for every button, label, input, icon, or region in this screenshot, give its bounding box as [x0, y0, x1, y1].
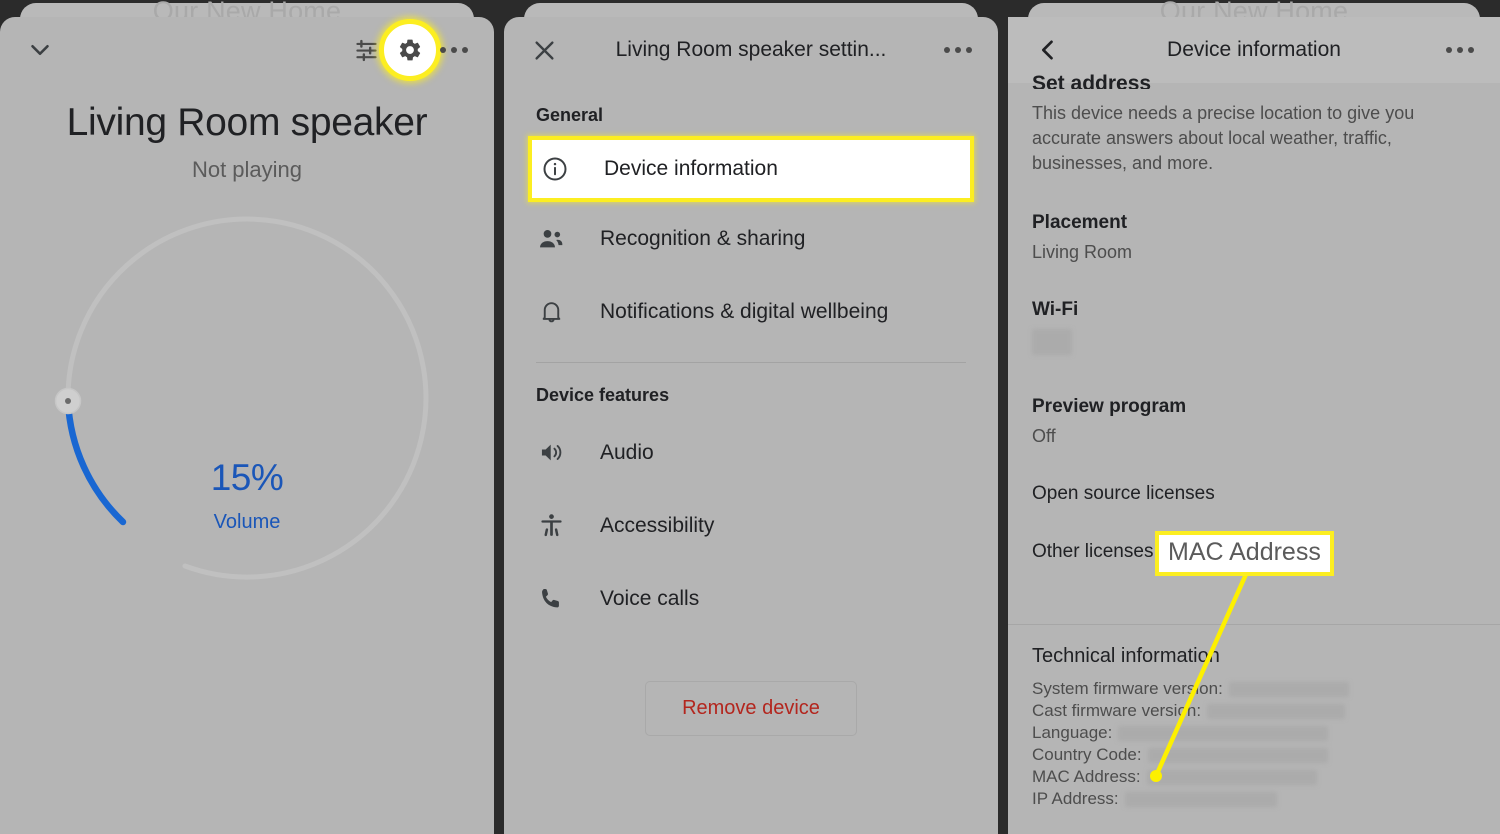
media-device-sheet: Living Room speaker Not playing 15% Volu…: [0, 17, 494, 834]
menu-item-label: Accessibility: [600, 513, 715, 537]
field-value-redacted: [1032, 329, 1476, 360]
field-value: Off: [1032, 426, 1056, 446]
tech-key: Cast firmware version:: [1032, 701, 1202, 720]
field-key: Placement: [1032, 212, 1128, 233]
field-preview-program[interactable]: Preview program Off: [1032, 396, 1476, 447]
panel-media-device: Our New Home Living Room speaker Not pla…: [0, 0, 494, 834]
tech-key: System firmware version:: [1032, 679, 1223, 698]
tech-key: MAC Address:: [1032, 767, 1141, 786]
device-information-content: Set address This device needs a precise …: [1008, 72, 1500, 563]
redacted-block: [1118, 725, 1329, 741]
tech-key: Country Code:: [1032, 745, 1142, 764]
tech-row: Cast firmware version:: [1032, 700, 1476, 722]
menu-item-notifications-wellbeing[interactable]: Notifications & digital wellbeing: [504, 275, 998, 348]
scrolled-section-title: Set address: [1032, 72, 1152, 89]
panel2-title: Living Room speaker settin...: [615, 38, 887, 61]
redacted-block: [1228, 681, 1349, 697]
menu-item-device-information[interactable]: Device information: [528, 136, 974, 202]
phone-icon: [536, 584, 566, 614]
back-chevron-icon[interactable]: [1026, 28, 1070, 72]
remove-device-button[interactable]: Remove device: [645, 681, 857, 736]
page-title: Living Room speaker: [66, 101, 428, 144]
tech-key: Language:: [1032, 723, 1113, 742]
tech-row: Language:: [1032, 722, 1476, 744]
address-description: This device needs a precise location to …: [1032, 103, 1415, 173]
close-icon[interactable]: [522, 28, 566, 72]
tech-row: MAC Address:: [1032, 766, 1476, 788]
field-key: Wi-Fi: [1032, 299, 1079, 320]
field-value: Living Room: [1032, 242, 1133, 262]
more-options-icon[interactable]: [936, 28, 980, 72]
info-circle-icon: [540, 154, 570, 184]
redacted-block: [1146, 769, 1317, 785]
volume-icon: [536, 438, 566, 468]
playback-status: Not playing: [191, 157, 303, 182]
gear-icon[interactable]: [379, 19, 441, 81]
tech-row: System firmware version:: [1032, 678, 1476, 700]
panel2-appbar: Living Room speaker settin...: [504, 17, 998, 83]
link-open-source-licenses[interactable]: Open source licenses: [1032, 483, 1476, 505]
redacted-block: [1207, 703, 1346, 719]
remove-device-row: Remove device: [504, 681, 998, 736]
bell-icon: [536, 297, 566, 327]
technical-heading: Technical information: [1032, 645, 1220, 667]
accessibility-icon: [536, 511, 566, 541]
field-placement[interactable]: Placement Living Room: [1032, 212, 1476, 263]
technical-rows: System firmware version: Cast firmware v…: [1032, 678, 1476, 810]
menu-item-label: Device information: [604, 157, 778, 180]
tech-row: Country Code:: [1032, 744, 1476, 766]
panel1-appbar: [0, 17, 494, 83]
more-options-icon[interactable]: [432, 28, 476, 72]
redacted-block: [1032, 329, 1072, 355]
menu-item-label: Notifications & digital wellbeing: [600, 299, 889, 323]
panel3-title: Device information: [1167, 38, 1341, 61]
redacted-block: [1124, 791, 1277, 807]
chevron-down-icon[interactable]: [18, 28, 62, 72]
device-settings-sheet: Living Room speaker settin... General De…: [504, 17, 998, 834]
volume-thumb-center: [65, 398, 71, 404]
volume-caption: Volume: [213, 511, 281, 533]
panel-device-settings: Living Room speaker settin... General De…: [504, 0, 998, 834]
menu-item-label: Voice calls: [600, 586, 700, 610]
people-icon: [536, 224, 566, 254]
technical-information-block: Technical information System firmware ve…: [1008, 645, 1500, 810]
section-heading-general: General: [536, 105, 604, 125]
volume-dial[interactable]: 15% Volume: [0, 189, 494, 609]
menu-item-voice-calls[interactable]: Voice calls: [504, 562, 998, 635]
tech-key: IP Address:: [1032, 789, 1119, 808]
technical-divider: [1008, 624, 1500, 625]
menu-item-accessibility[interactable]: Accessibility: [504, 489, 998, 562]
field-wifi[interactable]: Wi-Fi: [1032, 299, 1476, 360]
volume-percent: 15%: [210, 457, 284, 498]
tech-row: IP Address:: [1032, 788, 1476, 810]
menu-item-label: Recognition & sharing: [600, 226, 806, 250]
device-information-sheet: Device information Set address This devi…: [1008, 17, 1500, 834]
field-key: Preview program: [1032, 396, 1187, 417]
menu-item-recognition-sharing[interactable]: Recognition & sharing: [504, 202, 998, 275]
panel-device-information: Our New Home Device information Set addr…: [1008, 0, 1500, 834]
mac-address-callout: MAC Address: [1155, 531, 1334, 576]
section-heading-device-features: Device features: [536, 385, 670, 405]
more-options-icon[interactable]: [1438, 28, 1482, 72]
menu-item-audio[interactable]: Audio: [504, 416, 998, 489]
redacted-block: [1147, 747, 1328, 763]
screenshot-stage: Our New Home Living Room speaker Not pla…: [0, 0, 1500, 834]
menu-item-label: Audio: [600, 440, 654, 464]
